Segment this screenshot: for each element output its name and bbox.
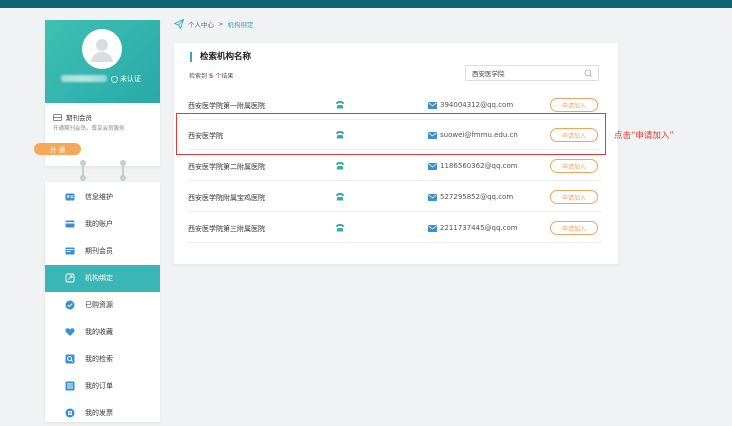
institution-email: 2211737445@qq.com <box>440 224 518 232</box>
highlight-box <box>176 113 606 155</box>
username-blurred <box>61 75 107 82</box>
institution-name: 西安医学院附属宝鸡医院 <box>188 194 265 202</box>
menu-item-account[interactable]: 我的账户 <box>45 211 160 238</box>
member-card-icon <box>53 113 62 121</box>
institution-email: 527295852@qq.com <box>440 193 514 201</box>
member-desc: 开通期刊会员，尊享会员服务 <box>53 126 125 132</box>
heart-icon <box>65 327 75 336</box>
menu-item-label: 我的检索 <box>85 354 113 363</box>
link-icon <box>65 273 75 283</box>
menu-item-label: 信息维护 <box>85 193 113 202</box>
phone-icon <box>336 224 344 232</box>
user-avatar-icon <box>91 39 113 62</box>
menu-item-label: 我的账户 <box>85 220 113 229</box>
count-suffix: 个结果 <box>215 73 234 80</box>
profile-header: 未认证 <box>45 20 160 103</box>
menu-item-label: 我的订单 <box>85 381 113 390</box>
mail-icon <box>428 102 437 109</box>
institution-name: 西安医学院第一附属医院 <box>188 102 265 110</box>
institution-name: 西安医学院第三附属医院 <box>188 225 265 233</box>
member-title: 期刊会员 <box>66 114 92 122</box>
phone-icon <box>336 162 344 170</box>
apply-join-button[interactable]: 申请加入 <box>550 98 598 112</box>
mail-icon <box>428 163 437 170</box>
check-circle-icon <box>65 300 75 310</box>
member-row: 期刊会员 <box>53 112 92 122</box>
annotation-text: 点击“申请加入” <box>614 131 674 141</box>
apply-join-button[interactable]: 申请加入 <box>550 221 598 235</box>
menu-item-searches[interactable]: 我的检索 <box>45 345 160 372</box>
top-bar <box>0 0 732 8</box>
panel-title: 检索机构名称 <box>190 52 251 62</box>
menu-item-institution-binding[interactable]: 机构绑定 <box>45 264 160 292</box>
side-menu: 信息维护 我的账户 期刊会员 机构绑定 已购资源 我的收藏 我的检索 我的订单 … <box>45 182 160 422</box>
institution-email: 1186560362@qq.com <box>440 162 518 170</box>
verify-status[interactable]: 未认证 <box>111 74 141 84</box>
menu-item-label: 机构绑定 <box>85 274 113 283</box>
mail-icon <box>428 225 437 232</box>
menu-item-label: 期刊会员 <box>85 247 113 256</box>
count-prefix: 检索到 <box>189 73 208 80</box>
apply-join-button[interactable]: 申请加入 <box>550 190 598 204</box>
paper-plane-icon <box>174 19 184 29</box>
connector-right <box>120 160 126 181</box>
table-row: 西安医学院第三附属医院 2211737445@qq.com 申请加入 <box>188 213 602 243</box>
open-member-button[interactable]: 开 通 <box>34 143 81 155</box>
breadcrumb-parent[interactable]: 个人中心 <box>188 19 214 29</box>
table-row: 西安医学院附属宝鸡医院 527295852@qq.com 申请加入 <box>188 182 602 212</box>
menu-item-label: 已购资源 <box>85 301 113 309</box>
verify-label: 未认证 <box>120 75 141 83</box>
institution-name: 西安医学院第二附属医院 <box>188 163 265 171</box>
result-count: 检索到 5 个结果 <box>189 71 233 80</box>
search-square-icon <box>65 354 75 364</box>
table-row: 西安医学院第二附属医院 1186560362@qq.com 申请加入 <box>188 151 602 181</box>
phone-icon <box>336 193 344 201</box>
menu-item-member[interactable]: 期刊会员 <box>45 238 160 265</box>
menu-item-invoices[interactable]: 我的发票 <box>45 399 160 426</box>
count-number: 5 <box>209 73 214 80</box>
shield-icon <box>111 75 118 83</box>
invoice-icon <box>65 408 75 418</box>
breadcrumb-separator: > <box>218 20 224 28</box>
menu-item-purchased[interactable]: 已购资源 <box>45 292 160 319</box>
breadcrumb: 个人中心 > 机构绑定 <box>174 19 253 29</box>
institution-search-box[interactable] <box>465 65 599 81</box>
menu-item-info[interactable]: 信息维护 <box>45 184 160 211</box>
id-card-icon <box>65 193 75 202</box>
breadcrumb-current: 机构绑定 <box>227 21 254 29</box>
institution-search-input[interactable] <box>472 69 577 77</box>
menu-item-orders[interactable]: 我的订单 <box>45 372 160 399</box>
menu-item-label: 我的发票 <box>85 408 113 417</box>
institution-email: 394004312@qq.com <box>440 101 514 109</box>
phone-icon <box>336 101 344 109</box>
menu-item-favorites[interactable]: 我的收藏 <box>45 318 160 345</box>
apply-join-button[interactable]: 申请加入 <box>550 159 598 173</box>
connector-left <box>80 160 86 181</box>
avatar[interactable] <box>82 29 122 69</box>
member-card-icon <box>65 247 75 256</box>
mail-icon <box>428 194 437 201</box>
wallet-card-icon <box>65 220 75 229</box>
search-icon[interactable] <box>584 69 593 78</box>
menu-item-label: 我的收藏 <box>85 327 113 336</box>
order-list-icon <box>65 381 75 391</box>
